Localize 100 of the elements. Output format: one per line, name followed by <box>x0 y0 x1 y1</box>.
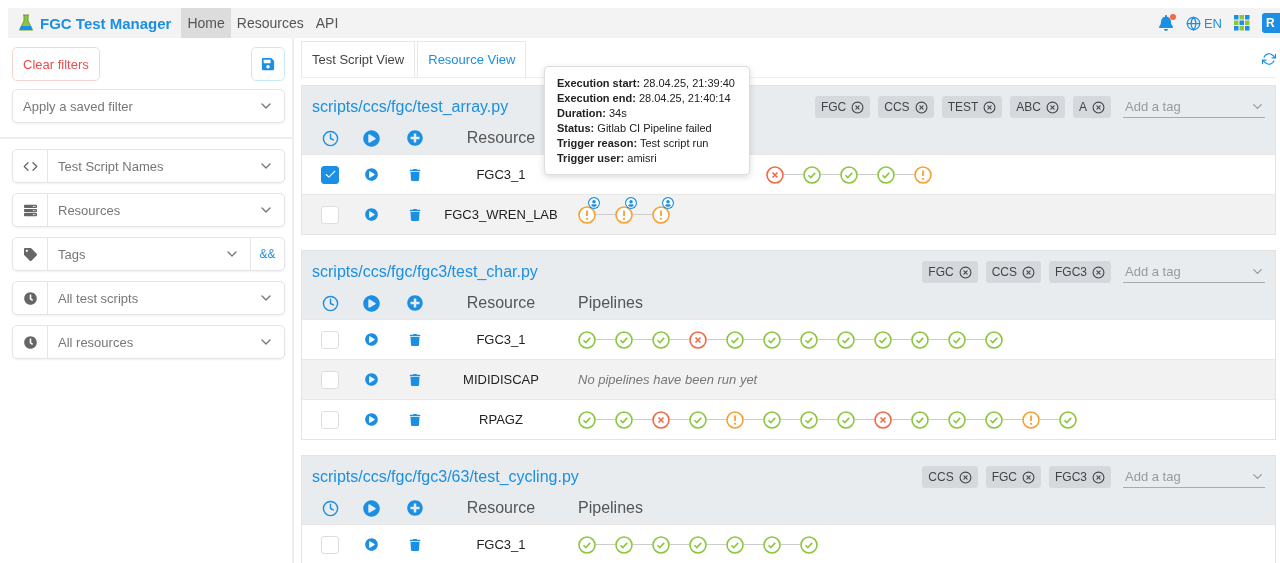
check-circle-icon[interactable] <box>615 330 633 349</box>
check-circle-icon[interactable] <box>840 165 858 184</box>
saved-filter-dropdown[interactable]: Apply a saved filter <box>12 89 285 123</box>
check-circle-icon[interactable] <box>837 330 855 349</box>
play-icon[interactable] <box>365 168 378 181</box>
nav-link[interactable]: API <box>309 8 345 38</box>
x-circle-icon[interactable] <box>689 330 707 349</box>
check-circle-icon[interactable] <box>652 535 670 554</box>
check-circle-icon[interactable] <box>578 410 596 429</box>
play-icon[interactable] <box>365 208 378 221</box>
notification-bell-icon[interactable] <box>1157 15 1174 31</box>
play-icon[interactable] <box>365 333 378 346</box>
filter-dropdown[interactable]: Resources <box>12 193 285 227</box>
exclamation-circle-icon[interactable] <box>1022 410 1040 429</box>
check-circle-icon[interactable] <box>985 410 1003 429</box>
add-icon[interactable] <box>406 130 423 146</box>
play-icon[interactable] <box>363 499 380 517</box>
check-circle-icon[interactable] <box>726 330 744 349</box>
clock-icon[interactable] <box>321 499 339 517</box>
clock-icon[interactable] <box>321 129 339 147</box>
remove-icon[interactable] <box>914 100 928 114</box>
exclamation-circle-icon[interactable] <box>615 205 633 224</box>
trash-icon[interactable] <box>408 333 421 346</box>
exclamation-circle-icon[interactable] <box>578 205 596 224</box>
check-circle-icon[interactable] <box>985 330 1003 349</box>
trash-icon[interactable] <box>408 208 421 221</box>
trash-icon[interactable] <box>408 168 421 181</box>
filter-dropdown[interactable]: Test Script Names <box>12 149 285 183</box>
remove-icon[interactable] <box>851 100 865 114</box>
check-circle-icon[interactable] <box>763 535 781 554</box>
play-icon[interactable] <box>365 538 378 551</box>
filter-dropdown[interactable]: All test scripts <box>12 281 285 315</box>
grid-icon[interactable] <box>1234 15 1250 31</box>
play-icon[interactable] <box>365 373 378 386</box>
remove-icon[interactable] <box>1046 100 1059 114</box>
check-circle-icon[interactable] <box>763 330 781 349</box>
check-circle-icon[interactable] <box>911 330 929 349</box>
check-circle-icon[interactable] <box>578 330 596 349</box>
remove-icon[interactable] <box>1092 470 1105 484</box>
checkbox[interactable] <box>321 165 339 184</box>
filter-dropdown[interactable]: All resources <box>12 325 285 359</box>
check-circle-icon[interactable] <box>726 535 744 554</box>
tag-input[interactable]: Add a tag <box>1123 466 1265 488</box>
script-path-link[interactable]: scripts/ccs/fgc/fgc3/63/test_cycling.py <box>312 468 579 486</box>
check-circle-icon[interactable] <box>1059 410 1077 429</box>
check-circle-icon[interactable] <box>615 410 633 429</box>
clock-icon[interactable] <box>321 294 339 312</box>
server-icon <box>23 203 37 217</box>
check-circle-icon[interactable] <box>948 330 966 349</box>
check-circle-icon[interactable] <box>689 410 707 429</box>
add-icon[interactable] <box>406 295 423 311</box>
script-path-link[interactable]: scripts/ccs/fgc/test_array.py <box>312 98 509 116</box>
remove-icon[interactable] <box>1022 470 1035 484</box>
check-circle-icon[interactable] <box>948 410 966 429</box>
nav-link[interactable]: Resources <box>230 8 310 38</box>
check-circle-icon[interactable] <box>877 165 895 184</box>
exclamation-circle-icon[interactable] <box>652 205 670 224</box>
check-circle-icon[interactable] <box>803 165 821 184</box>
user-avatar[interactable]: R <box>1262 13 1280 33</box>
refresh-icon[interactable] <box>1262 52 1276 66</box>
trash-icon[interactable] <box>408 373 421 386</box>
remove-icon[interactable] <box>958 470 972 484</box>
check-circle-icon[interactable] <box>615 535 633 554</box>
tag-input[interactable]: Add a tag <box>1123 96 1265 118</box>
check-circle-icon[interactable] <box>763 410 781 429</box>
x-circle-icon[interactable] <box>652 410 670 429</box>
view-tab[interactable]: Test Script View <box>301 41 416 77</box>
trash-icon[interactable] <box>408 413 421 426</box>
script-path-link[interactable]: scripts/ccs/fgc/fgc3/test_char.py <box>312 263 538 281</box>
save-button[interactable] <box>251 47 285 81</box>
remove-icon[interactable] <box>958 265 972 279</box>
nav-link[interactable]: Home <box>181 8 231 38</box>
check-circle-icon[interactable] <box>689 535 707 554</box>
check-circle-icon[interactable] <box>800 330 818 349</box>
add-icon[interactable] <box>406 500 423 516</box>
check-circle-icon[interactable] <box>837 410 855 429</box>
play-icon[interactable] <box>365 413 378 426</box>
remove-icon[interactable] <box>1092 265 1105 279</box>
remove-icon[interactable] <box>983 100 997 114</box>
x-circle-icon[interactable] <box>874 410 892 429</box>
check-circle-icon[interactable] <box>800 410 818 429</box>
language-selector[interactable]: EN <box>1185 15 1222 31</box>
remove-icon[interactable] <box>1092 100 1105 114</box>
play-icon[interactable] <box>363 129 380 147</box>
tag-input[interactable]: Add a tag <box>1123 261 1265 283</box>
and-toggle[interactable]: && <box>250 238 284 270</box>
check-circle-icon[interactable] <box>800 535 818 554</box>
check-circle-icon[interactable] <box>652 330 670 349</box>
trash-icon[interactable] <box>408 538 421 551</box>
clear-filters-button[interactable]: Clear filters <box>12 47 100 81</box>
exclamation-circle-icon[interactable] <box>914 165 932 184</box>
check-circle-icon[interactable] <box>578 535 596 554</box>
remove-icon[interactable] <box>1022 265 1035 279</box>
check-circle-icon[interactable] <box>911 410 929 429</box>
check-circle-icon[interactable] <box>874 330 892 349</box>
view-tab[interactable]: Resource View <box>417 41 527 77</box>
exclamation-circle-icon[interactable] <box>726 410 744 429</box>
filter-dropdown[interactable]: Tags && <box>12 237 285 271</box>
play-icon[interactable] <box>363 294 380 312</box>
x-circle-icon[interactable] <box>766 165 784 184</box>
